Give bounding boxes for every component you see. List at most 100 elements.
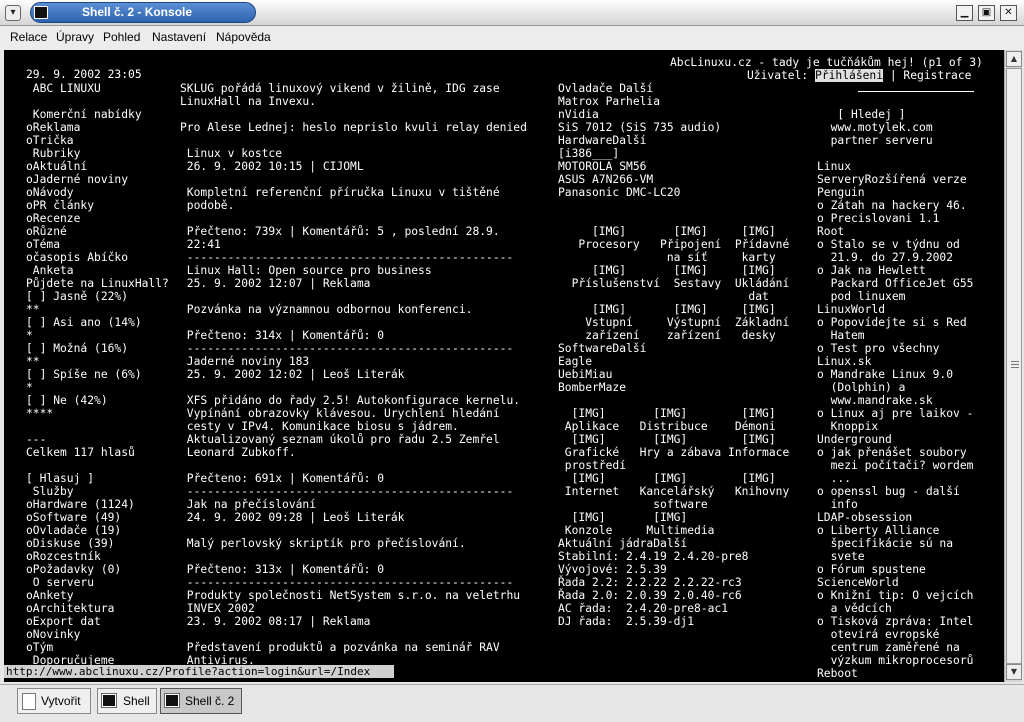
left-line[interactable]: oExport dat bbox=[26, 615, 101, 628]
login-link[interactable]: Přihlášeni bbox=[815, 69, 884, 82]
center-line: 23. 9. 2002 08:17 | Reklama bbox=[180, 615, 371, 628]
hw-line[interactable]: SoftwareDalší bbox=[558, 342, 646, 355]
center-line: Leonard Zubkoff. bbox=[180, 446, 296, 459]
right-line[interactable]: o Precislovani 1.1 bbox=[817, 212, 939, 225]
left-line[interactable]: oArchitektura bbox=[26, 602, 114, 615]
menu-pohled[interactable]: Pohled bbox=[103, 30, 140, 44]
right-line[interactable]: o Test pro všechny bbox=[817, 342, 939, 355]
left-line[interactable]: oNovinky bbox=[26, 628, 80, 641]
right-line: výzkum mikroprocesorů bbox=[817, 654, 974, 667]
center-line: ----------------------------------------… bbox=[180, 342, 514, 355]
left-line[interactable]: oPožadavky (0) bbox=[26, 563, 121, 576]
right-line[interactable]: o Mandrake Linux 9.0 bbox=[817, 368, 953, 381]
left-line[interactable]: oReklama bbox=[26, 121, 80, 134]
hw-line: MOTOROLA SM56 bbox=[558, 160, 647, 173]
left-line[interactable]: oHardware (1124) bbox=[26, 498, 135, 511]
right-line[interactable]: o Jak na Hewlett bbox=[817, 264, 926, 277]
new-document-icon bbox=[22, 693, 36, 710]
close-button[interactable]: ✕ bbox=[1000, 5, 1017, 21]
register-link[interactable]: | Registrace bbox=[883, 69, 972, 82]
hw-line[interactable]: [IMG] [IMG] [IMG] bbox=[558, 225, 776, 238]
left-line[interactable]: oTéma bbox=[26, 238, 60, 251]
hw-line[interactable]: Ovladače Další bbox=[558, 82, 653, 95]
left-line[interactable]: oAktuální bbox=[26, 160, 87, 173]
hw-line[interactable]: Aktuální jádraDalší bbox=[558, 537, 687, 550]
left-line[interactable]: oRecenze bbox=[26, 212, 80, 225]
left-line[interactable]: očasopis Abíčko bbox=[26, 251, 128, 264]
center-line: cesty v IPv4. Komunikace biosu s jádrem. bbox=[180, 420, 459, 433]
right-line[interactable]: [ Hledej ] bbox=[817, 108, 905, 121]
right-line: špecifikácie sú na bbox=[817, 537, 954, 550]
left-line[interactable]: [ ] Možná (16%) bbox=[26, 342, 128, 355]
left-line[interactable]: oRozcestník bbox=[26, 550, 101, 563]
minimize-button[interactable]: ▁ bbox=[956, 5, 973, 21]
left-line[interactable]: oNávody bbox=[26, 186, 74, 199]
new-session-button[interactable]: Vytvořit bbox=[17, 688, 91, 714]
hw-line[interactable]: [IMG] [IMG] [IMG] bbox=[558, 264, 776, 277]
left-line[interactable]: oAnkety bbox=[26, 589, 74, 602]
left-line[interactable]: [ ] Asi ano (14%) bbox=[26, 316, 142, 329]
left-line[interactable]: oTým bbox=[26, 641, 53, 654]
hw-line[interactable]: [IMG] [IMG] [IMG] bbox=[558, 407, 776, 420]
left-line[interactable]: oDiskuse (39) bbox=[26, 537, 114, 550]
date-line: 29. 9. 2002 23:05 bbox=[26, 68, 142, 81]
left-line[interactable]: oOvladače (19) bbox=[26, 524, 121, 537]
right-line: Hatem bbox=[817, 329, 865, 342]
right-line[interactable]: o Popovídejte si s Red bbox=[817, 316, 967, 329]
hw-line[interactable]: [IMG] [IMG] [IMG] bbox=[558, 472, 776, 485]
menu-relace[interactable]: Relace bbox=[10, 30, 47, 44]
right-line: Knoppix bbox=[817, 420, 879, 433]
hw-line[interactable]: [IMG] [IMG] [IMG] bbox=[558, 433, 776, 446]
left-line[interactable]: oSoftware (49) bbox=[26, 511, 121, 524]
left-line[interactable]: oJaderné noviny bbox=[26, 173, 128, 186]
thumb-grip bbox=[1011, 367, 1019, 368]
center-line: SKLUG pořádá linuxový vikend v žilině, I… bbox=[180, 82, 500, 95]
hw-line: Řada 2.2: 2.2.22 2.2.22-rc3 bbox=[558, 576, 742, 589]
right-line[interactable]: o Stalo se v týdnu od bbox=[817, 238, 960, 251]
hw-line: Eagle bbox=[558, 355, 593, 368]
menu-napoveda[interactable]: Nápověda bbox=[216, 30, 271, 44]
scroll-down-button[interactable]: ▼ bbox=[1006, 664, 1022, 680]
terminal-view[interactable]: AbcLinuxu.cz - tady je tučňákům hej! (p1… bbox=[4, 50, 1004, 682]
scrollbar[interactable]: ▲ ▼ bbox=[1004, 50, 1022, 682]
right-line[interactable]: o Fórum spustene bbox=[817, 563, 926, 576]
tab-shell-2[interactable]: Shell č. 2 bbox=[160, 688, 242, 714]
hw-line[interactable]: [IMG] [IMG] [IMG] bbox=[558, 303, 776, 316]
left-line: O serveru bbox=[26, 576, 95, 589]
hw-line[interactable]: [i386___] bbox=[558, 147, 619, 160]
left-line[interactable]: oPR články bbox=[26, 199, 94, 212]
hw-line: Konzole Multimedia bbox=[558, 524, 715, 537]
menu-upravy[interactable]: Úpravy bbox=[56, 30, 94, 44]
center-line: 22:41 bbox=[180, 238, 221, 251]
right-line[interactable]: o Zátah na hackery 46. bbox=[817, 199, 967, 212]
center-line: Vypínání obrazovky klávesou. Urychlení h… bbox=[180, 407, 500, 420]
maximize-button[interactable]: ▣ bbox=[978, 5, 995, 21]
left-line[interactable]: [ ] Jasně (22%) bbox=[26, 290, 128, 303]
left-line[interactable]: oTrička bbox=[26, 134, 74, 147]
right-line[interactable]: o Tisková zpráva: Intel bbox=[817, 615, 973, 628]
right-line[interactable]: o openssl bug - další bbox=[817, 485, 960, 498]
hw-line[interactable]: [IMG] [IMG] bbox=[558, 511, 688, 524]
left-line[interactable]: [ Hlasuj ] bbox=[26, 472, 94, 485]
left-line[interactable]: oRůzné bbox=[26, 225, 67, 238]
hw-line[interactable]: HardwareDalší bbox=[558, 134, 646, 147]
window-titlebar[interactable]: ▾ Shell č. 2 - Konsole ▁ ▣ ✕ bbox=[0, 0, 1024, 26]
right-line[interactable]: o Knižní tip: O vejcích bbox=[817, 589, 973, 602]
right-line[interactable]: o jak přenášet soubory bbox=[817, 446, 967, 459]
left-line[interactable]: [ ] Ne (42%) bbox=[26, 394, 108, 407]
right-line: Linux.sk bbox=[817, 355, 872, 368]
center-line: INVEX 2002 bbox=[180, 602, 255, 615]
hw-line: Procesory Připojení Přídavné bbox=[558, 238, 790, 251]
site-header: AbcLinuxu.cz - tady je tučňákům hej! (p1… bbox=[670, 56, 983, 69]
right-line: www.motylek.com bbox=[817, 121, 933, 134]
right-line[interactable]: o Linux aj pre laikov - bbox=[817, 407, 973, 420]
scroll-thumb[interactable] bbox=[1006, 68, 1022, 664]
scroll-up-button[interactable]: ▲ bbox=[1006, 51, 1022, 67]
right-line: info bbox=[817, 498, 858, 511]
left-line[interactable]: [ ] Spíše ne (6%) bbox=[26, 368, 142, 381]
window-menu-button[interactable]: ▾ bbox=[5, 5, 21, 21]
thumb-grip bbox=[1011, 364, 1019, 365]
menu-nastaveni[interactable]: Nastavení bbox=[152, 30, 206, 44]
tab-shell[interactable]: Shell bbox=[97, 688, 157, 714]
right-line[interactable]: o Liberty Alliance bbox=[817, 524, 939, 537]
